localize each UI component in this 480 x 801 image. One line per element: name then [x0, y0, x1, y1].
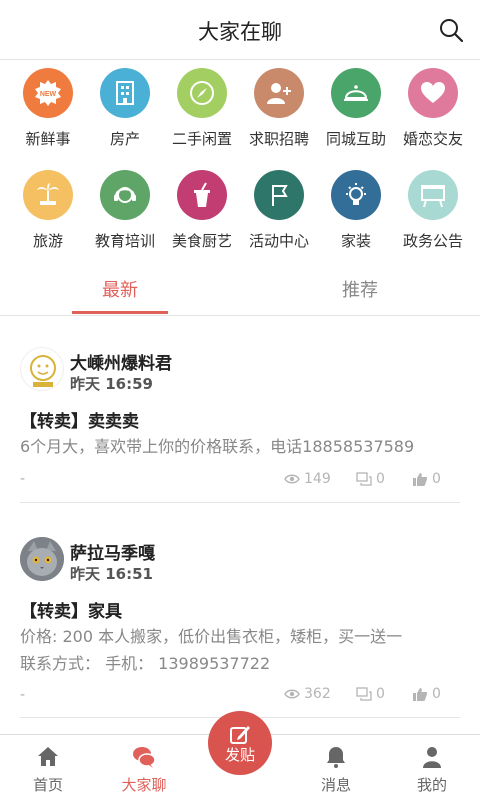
category-secondhand[interactable]: 二手闲置 — [162, 68, 242, 149]
category-label: 二手闲置 — [162, 128, 242, 149]
category-mutual-help[interactable]: 同城互助 — [316, 68, 396, 149]
post-divider — [20, 502, 460, 503]
like-count-value: 0 — [432, 686, 441, 702]
post-tag-placeholder: - — [20, 471, 25, 487]
avatar[interactable] — [20, 537, 64, 581]
post-body: 价格: 200 本人搬家，低价出售衣柜，矮柜，买一送一 — [20, 623, 470, 650]
thumbs-up-icon — [412, 687, 428, 702]
category-label: 同城互助 — [316, 128, 396, 149]
easel-board-icon — [408, 170, 458, 220]
bottom-tab-bar: 首页 大家聊 发贴 消息 我的 — [0, 734, 480, 800]
category-label: 房产 — [85, 128, 165, 149]
headset-icon — [100, 170, 150, 220]
page-title: 大家在聊 — [0, 16, 480, 46]
post-time: 昨天 16:51 — [70, 563, 153, 584]
view-count-value: 149 — [304, 471, 331, 487]
tab-home[interactable]: 首页 — [0, 735, 96, 801]
category-home-decor[interactable]: 家装 — [316, 170, 396, 251]
thumbs-up-icon — [412, 472, 428, 487]
tab-home-label: 首页 — [0, 774, 96, 795]
tab-chat-label: 大家聊 — [96, 774, 192, 795]
post-author[interactable]: 萨拉马季嘎 — [70, 539, 155, 564]
search-icon[interactable] — [438, 17, 464, 43]
create-post-button[interactable]: 发贴 — [208, 711, 272, 775]
tab-latest[interactable]: 最新 — [40, 276, 200, 302]
feed-tabs: 最新 推荐 — [0, 266, 480, 316]
heart-icon — [408, 68, 458, 118]
category-label: 教育培训 — [85, 230, 165, 251]
lightbulb-icon — [331, 170, 381, 220]
comment-icon — [356, 472, 372, 486]
category-property[interactable]: 房产 — [85, 68, 165, 149]
category-label: 旅游 — [8, 230, 88, 251]
category-label: 政务公告 — [393, 230, 473, 251]
tab-messages-label: 消息 — [288, 774, 384, 795]
category-events[interactable]: 活动中心 — [239, 170, 319, 251]
avatar[interactable] — [20, 347, 64, 391]
category-label: 家装 — [316, 230, 396, 251]
post-author[interactable]: 大嵊州爆料君 — [70, 349, 172, 374]
comment-count[interactable]: 0 — [356, 686, 385, 702]
drink-cup-icon — [177, 170, 227, 220]
user-icon — [420, 745, 444, 769]
view-count: 149 — [284, 471, 331, 487]
post-body-contact: 联系方式： 手机： 13989537722 — [20, 650, 470, 677]
category-new[interactable]: NEW 新鲜事 — [8, 68, 88, 149]
new-badge-icon: NEW — [23, 68, 73, 118]
active-tab-indicator — [72, 311, 168, 314]
comment-count-value: 0 — [376, 471, 385, 487]
flag-icon — [254, 170, 304, 220]
eye-icon — [284, 473, 300, 485]
building-icon — [100, 68, 150, 118]
category-travel[interactable]: 旅游 — [8, 170, 88, 251]
post-tag-placeholder: - — [20, 687, 25, 703]
category-education[interactable]: 教育培训 — [85, 170, 165, 251]
tab-chat[interactable]: 大家聊 — [96, 735, 192, 801]
comment-icon — [356, 687, 372, 701]
tab-recommended[interactable]: 推荐 — [280, 276, 440, 302]
category-food[interactable]: 美食厨艺 — [162, 170, 242, 251]
eye-icon — [284, 688, 300, 700]
home-icon — [36, 745, 60, 769]
category-jobs[interactable]: 求职招聘 — [239, 68, 319, 149]
post-time: 昨天 16:59 — [70, 373, 153, 394]
chat-bubbles-icon — [132, 745, 156, 769]
category-label: 新鲜事 — [8, 128, 88, 149]
like-count[interactable]: 0 — [412, 471, 441, 487]
category-label: 美食厨艺 — [162, 230, 242, 251]
add-user-icon — [254, 68, 304, 118]
category-announcements[interactable]: 政务公告 — [393, 170, 473, 251]
service-bell-icon — [331, 68, 381, 118]
category-label: 婚恋交友 — [393, 128, 473, 149]
like-count[interactable]: 0 — [412, 686, 441, 702]
svg-text:NEW: NEW — [40, 91, 57, 98]
tab-mine[interactable]: 我的 — [384, 735, 480, 801]
bell-icon — [324, 745, 348, 769]
tab-mine-label: 我的 — [384, 774, 480, 795]
post-title[interactable]: 【转卖】家具 — [20, 597, 122, 622]
app-header: 大家在聊 — [0, 0, 480, 60]
post-body: 6个月大，喜欢带上你的价格联系，电话18858537589 — [20, 433, 470, 460]
compass-icon — [177, 68, 227, 118]
like-count-value: 0 — [432, 471, 441, 487]
comment-count[interactable]: 0 — [356, 471, 385, 487]
post-title[interactable]: 【转卖】卖卖卖 — [20, 407, 139, 432]
view-count-value: 362 — [304, 686, 331, 702]
category-dating[interactable]: 婚恋交友 — [393, 68, 473, 149]
view-count: 362 — [284, 686, 331, 702]
category-label: 求职招聘 — [239, 128, 319, 149]
tab-messages[interactable]: 消息 — [288, 735, 384, 801]
comment-count-value: 0 — [376, 686, 385, 702]
palm-tree-icon — [23, 170, 73, 220]
create-post-label: 发贴 — [208, 744, 272, 765]
category-label: 活动中心 — [239, 230, 319, 251]
